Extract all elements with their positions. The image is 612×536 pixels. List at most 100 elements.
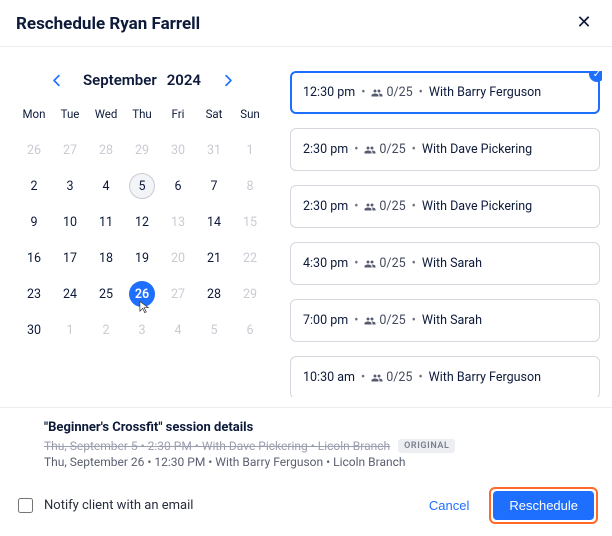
calendar-day: 20 bbox=[160, 243, 196, 273]
notify-client-label: Notify client with an email bbox=[44, 498, 193, 513]
cancel-button[interactable]: Cancel bbox=[413, 490, 485, 521]
calendar-dow: Wed bbox=[88, 101, 124, 129]
time-slot[interactable]: 4:30 pm • 0/25 • With Sarah bbox=[290, 242, 600, 285]
slot-time: 7:00 pm bbox=[303, 313, 348, 328]
separator-dot: • bbox=[361, 370, 365, 385]
calendar-day[interactable]: 25 bbox=[88, 279, 124, 309]
time-slot[interactable]: 7:00 pm • 0/25 • With Sarah bbox=[290, 299, 600, 342]
calendar-day: 31 bbox=[196, 135, 232, 165]
slot-capacity: 0/25 bbox=[371, 85, 412, 100]
slot-time: 10:30 am bbox=[303, 370, 355, 385]
modal-body: September 2024 MonTueWedThuFriSatSun2627… bbox=[0, 47, 612, 407]
calendar-day[interactable]: 23 bbox=[16, 279, 52, 309]
separator-dot: • bbox=[354, 256, 358, 271]
calendar-day[interactable]: 17 bbox=[52, 243, 88, 273]
calendar-day: 2 bbox=[88, 315, 124, 345]
calendar: September 2024 MonTueWedThuFriSatSun2627… bbox=[16, 71, 268, 407]
people-icon bbox=[364, 144, 376, 156]
time-slot-list[interactable]: 12:30 pm • 0/25 • With Barry Ferguson ✓ 2:… bbox=[290, 71, 602, 397]
reschedule-modal: Reschedule Ryan Farrell ✕ September 2024… bbox=[0, 0, 612, 533]
calendar-header: September 2024 bbox=[16, 71, 268, 89]
calendar-prev-icon[interactable] bbox=[47, 71, 65, 89]
separator-dot: • bbox=[361, 85, 365, 100]
calendar-day[interactable]: 24 bbox=[52, 279, 88, 309]
calendar-next-icon[interactable] bbox=[219, 71, 237, 89]
slot-with: With Barry Ferguson bbox=[429, 370, 541, 385]
calendar-day: 8 bbox=[232, 171, 268, 201]
calendar-day[interactable]: 11 bbox=[88, 207, 124, 237]
slot-with: With Sarah bbox=[422, 256, 482, 271]
calendar-day: 26 bbox=[16, 135, 52, 165]
calendar-day: 1 bbox=[232, 135, 268, 165]
calendar-dow: Sun bbox=[232, 101, 268, 129]
slot-with: With Barry Ferguson bbox=[429, 85, 541, 100]
calendar-day: 4 bbox=[160, 315, 196, 345]
calendar-day[interactable]: 7 bbox=[196, 171, 232, 201]
calendar-day: 28 bbox=[88, 135, 124, 165]
calendar-day[interactable]: 28 bbox=[196, 279, 232, 309]
notify-client-checkbox[interactable]: Notify client with an email bbox=[14, 495, 193, 516]
reschedule-button[interactable]: Reschedule bbox=[493, 491, 594, 520]
people-icon bbox=[371, 87, 383, 99]
slot-time: 12:30 pm bbox=[303, 85, 355, 100]
notify-client-input[interactable] bbox=[18, 498, 33, 513]
time-slot[interactable]: 2:30 pm • 0/25 • With Dave Pickering bbox=[290, 185, 600, 228]
calendar-day: 15 bbox=[232, 207, 268, 237]
calendar-dow: Mon bbox=[16, 101, 52, 129]
separator-dot: • bbox=[354, 199, 358, 214]
calendar-day[interactable]: 21 bbox=[196, 243, 232, 273]
separator-dot: • bbox=[412, 142, 416, 157]
slot-time: 2:30 pm bbox=[303, 142, 348, 157]
separator-dot: • bbox=[412, 256, 416, 271]
calendar-day[interactable]: 6 bbox=[160, 171, 196, 201]
calendar-day[interactable]: 16 bbox=[16, 243, 52, 273]
calendar-day[interactable]: 18 bbox=[88, 243, 124, 273]
calendar-day[interactable]: 9 bbox=[16, 207, 52, 237]
session-details-title: "Beginner's Crossfit" session details bbox=[44, 420, 596, 435]
separator-dot: • bbox=[354, 142, 358, 157]
calendar-day: 27 bbox=[52, 135, 88, 165]
people-icon bbox=[371, 372, 383, 384]
slot-capacity: 0/25 bbox=[364, 256, 405, 271]
calendar-dow: Sat bbox=[196, 101, 232, 129]
calendar-day[interactable]: 30 bbox=[16, 315, 52, 345]
calendar-day[interactable]: 4 bbox=[88, 171, 124, 201]
slot-capacity: 0/25 bbox=[364, 142, 405, 157]
separator-dot: • bbox=[412, 313, 416, 328]
separator-dot: • bbox=[354, 313, 358, 328]
time-slot[interactable]: 2:30 pm • 0/25 • With Dave Pickering bbox=[290, 128, 600, 171]
session-original-line: Thu, September 5 • 2:30 PM • With Dave P… bbox=[44, 439, 596, 453]
calendar-dow: Thu bbox=[124, 101, 160, 129]
calendar-day: 3 bbox=[124, 315, 160, 345]
calendar-day-selected[interactable]: 26 bbox=[124, 279, 160, 309]
calendar-day[interactable]: 10 bbox=[52, 207, 88, 237]
close-icon[interactable]: ✕ bbox=[574, 14, 594, 34]
modal-header: Reschedule Ryan Farrell ✕ bbox=[0, 0, 612, 47]
separator-dot: • bbox=[419, 85, 423, 100]
calendar-day[interactable]: 12 bbox=[124, 207, 160, 237]
calendar-day: 30 bbox=[160, 135, 196, 165]
calendar-day: 29 bbox=[232, 279, 268, 309]
time-slot-selected[interactable]: 12:30 pm • 0/25 • With Barry Ferguson ✓ bbox=[290, 71, 600, 114]
slot-with: With Dave Pickering bbox=[422, 142, 532, 157]
slot-capacity: 0/25 bbox=[364, 199, 405, 214]
session-new-text: Thu, September 26 • 12:30 PM • With Barr… bbox=[44, 455, 596, 469]
modal-title: Reschedule Ryan Farrell bbox=[16, 14, 200, 34]
calendar-dow: Tue bbox=[52, 101, 88, 129]
slot-time: 2:30 pm bbox=[303, 199, 348, 214]
calendar-day[interactable]: 19 bbox=[124, 243, 160, 273]
calendar-day[interactable]: 3 bbox=[52, 171, 88, 201]
calendar-day[interactable]: 14 bbox=[196, 207, 232, 237]
modal-footer: Notify client with an email Cancel Resch… bbox=[0, 477, 612, 536]
separator-dot: • bbox=[412, 199, 416, 214]
calendar-day[interactable]: 2 bbox=[16, 171, 52, 201]
calendar-title: September 2024 bbox=[83, 71, 201, 89]
slot-capacity: 0/25 bbox=[371, 370, 412, 385]
check-icon: ✓ bbox=[589, 71, 602, 82]
original-badge: ORIGINAL bbox=[398, 439, 455, 453]
calendar-day-today[interactable]: 5 bbox=[124, 171, 160, 201]
time-slot[interactable]: 10:30 am • 0/25 • With Barry Ferguson bbox=[290, 356, 600, 397]
calendar-month: September bbox=[83, 71, 157, 89]
calendar-day: 22 bbox=[232, 243, 268, 273]
people-icon bbox=[364, 315, 376, 327]
